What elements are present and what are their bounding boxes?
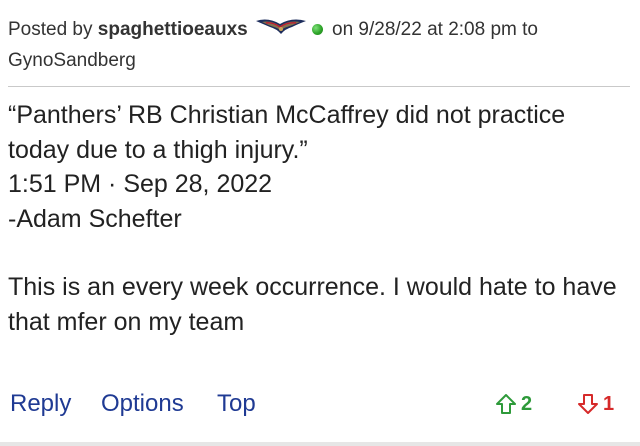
upvote-count: 2: [521, 393, 533, 415]
quote-attribution: -Adam Schefter: [8, 204, 182, 233]
downvote-count: 1: [603, 393, 615, 415]
user-comment: This is an every week occurrence. I woul…: [8, 273, 617, 336]
forum-post: Posted by spaghettioeauxs on 9/28/22 at …: [0, 0, 640, 446]
post-footer: Reply Options Top 2 1: [10, 386, 630, 422]
reply-button[interactable]: Reply: [10, 386, 71, 422]
post-body: “Panthers’ RB Christian McCaffrey did no…: [8, 98, 628, 339]
quoted-tweet-text: “Panthers’ RB Christian McCaffrey did no…: [8, 101, 566, 164]
pelicans-logo-icon: [254, 15, 308, 39]
top-button[interactable]: Top: [217, 386, 256, 422]
reply-to-username[interactable]: GynoSandberg: [8, 50, 136, 71]
posted-by-label: Posted by: [8, 19, 93, 40]
post-bottom-border: [0, 442, 640, 446]
upvote-button[interactable]: 2: [494, 386, 532, 422]
tweet-timestamp: 1:51 PM · Sep 28, 2022: [8, 170, 273, 198]
arrow-down-icon: [576, 392, 600, 416]
post-header: Posted by spaghettioeauxs on 9/28/22 at …: [8, 14, 608, 76]
post-date: on 9/28/22 at 2:08 pm to: [332, 19, 538, 40]
online-status-icon: [311, 24, 323, 35]
options-button[interactable]: Options: [101, 386, 184, 422]
downvote-button[interactable]: 1: [576, 386, 614, 422]
header-divider: [8, 86, 630, 87]
arrow-up-icon: [494, 392, 518, 416]
author-username[interactable]: spaghettioeauxs: [98, 19, 248, 40]
